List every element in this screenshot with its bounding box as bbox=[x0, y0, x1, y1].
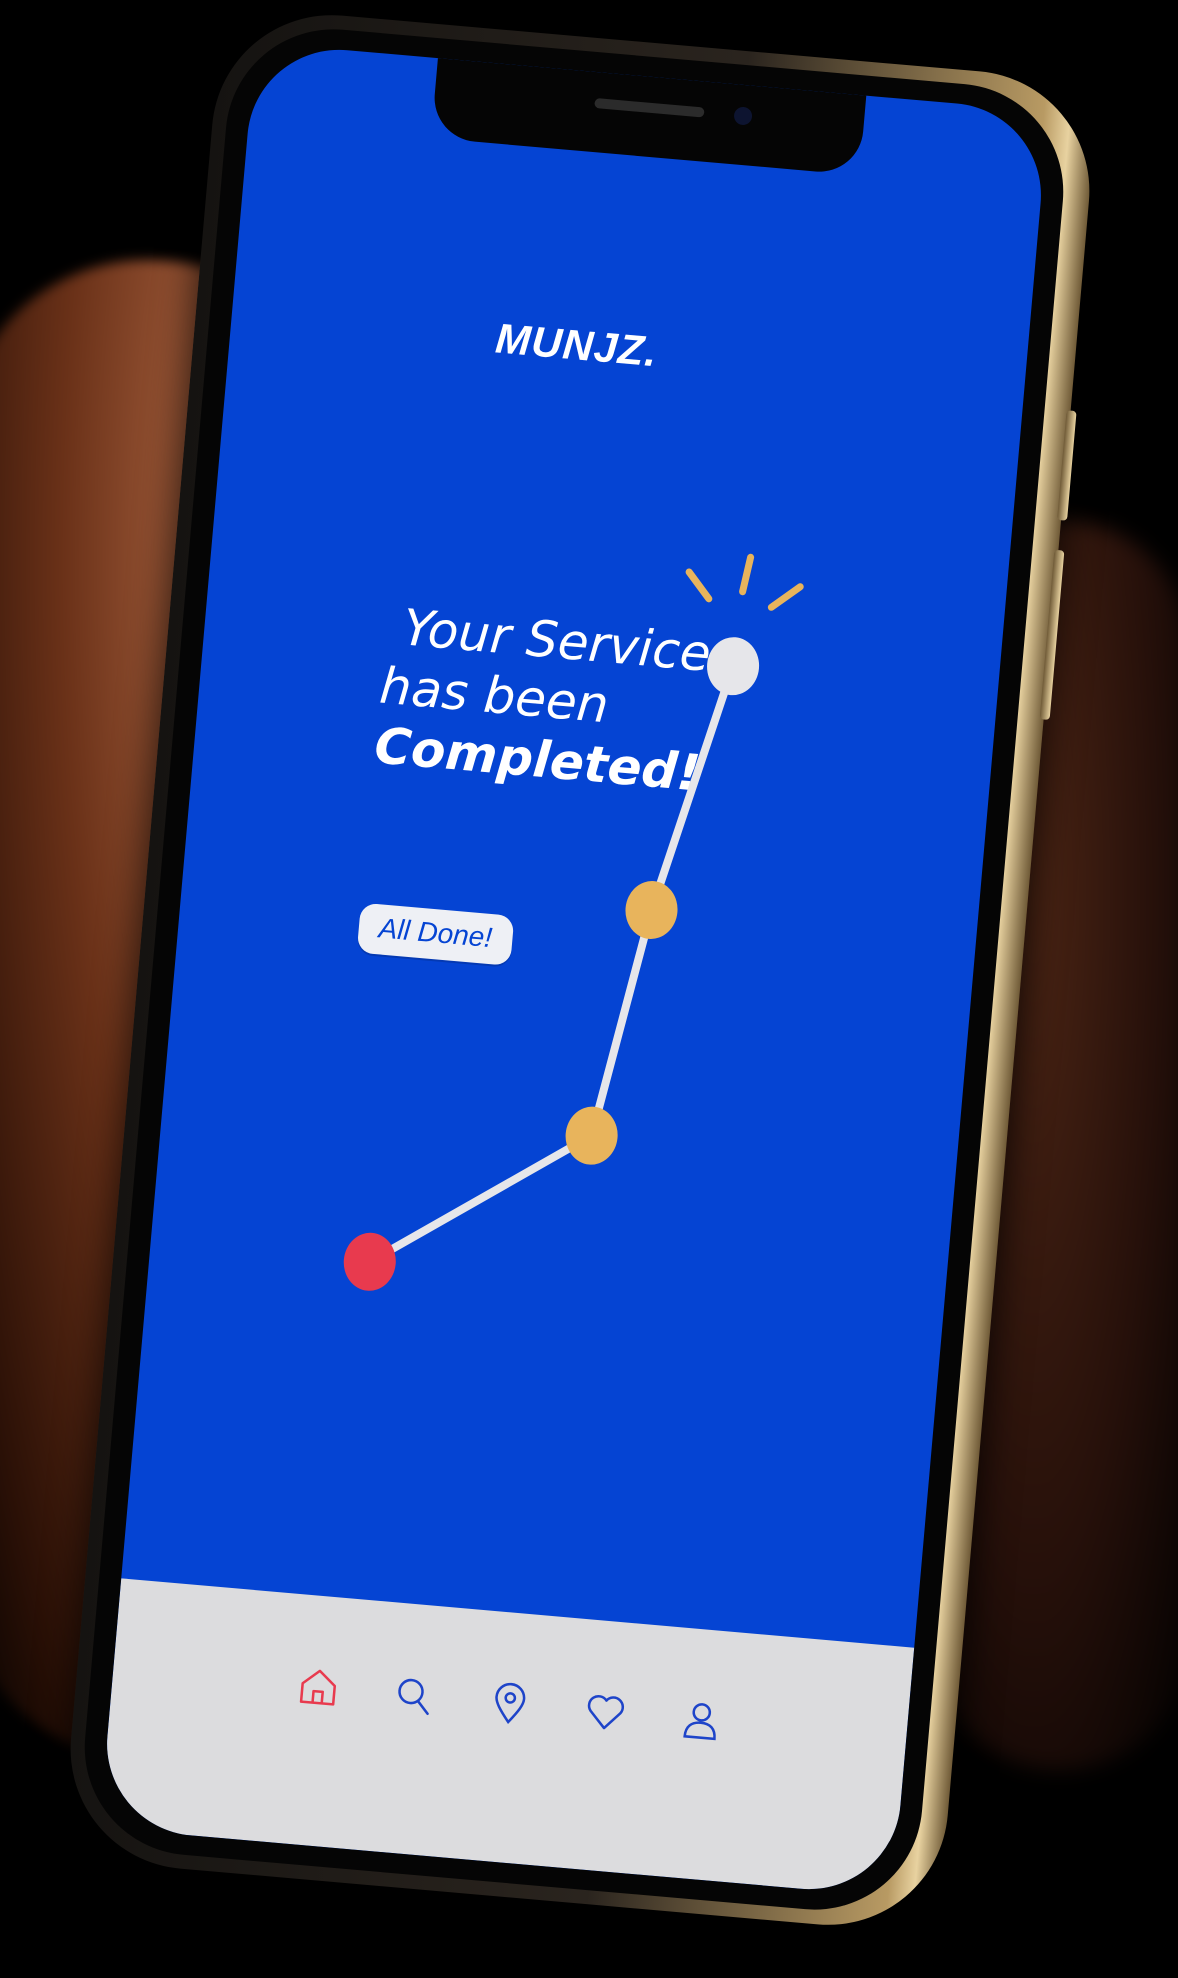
spark-ray-center bbox=[739, 553, 755, 596]
search-icon bbox=[398, 1678, 429, 1716]
spark-ray-left bbox=[685, 568, 713, 603]
tab-location[interactable] bbox=[476, 1670, 543, 1737]
heart-icon bbox=[587, 1694, 625, 1730]
progress-step-start bbox=[343, 1232, 396, 1291]
app-screen: MUNJZ. Your Service has been Completed! … bbox=[99, 42, 1049, 1897]
progress-step-completed bbox=[707, 637, 760, 696]
home-icon bbox=[299, 1669, 337, 1706]
tab-profile[interactable] bbox=[667, 1687, 734, 1754]
user-icon bbox=[683, 1703, 716, 1741]
photo-scene: MUNJZ. Your Service has been Completed! … bbox=[0, 0, 1178, 1978]
progress-path bbox=[365, 662, 738, 1266]
progress-step-3 bbox=[625, 881, 678, 939]
tab-home[interactable] bbox=[285, 1653, 352, 1720]
location-pin-icon bbox=[495, 1682, 526, 1725]
phone-device: MUNJZ. Your Service has been Completed! … bbox=[60, 5, 1100, 1935]
progress-step-2 bbox=[565, 1106, 618, 1165]
spark-icon bbox=[685, 553, 804, 611]
tab-search[interactable] bbox=[381, 1662, 448, 1729]
tab-favorites[interactable] bbox=[572, 1678, 639, 1745]
spark-ray-right bbox=[767, 583, 804, 611]
